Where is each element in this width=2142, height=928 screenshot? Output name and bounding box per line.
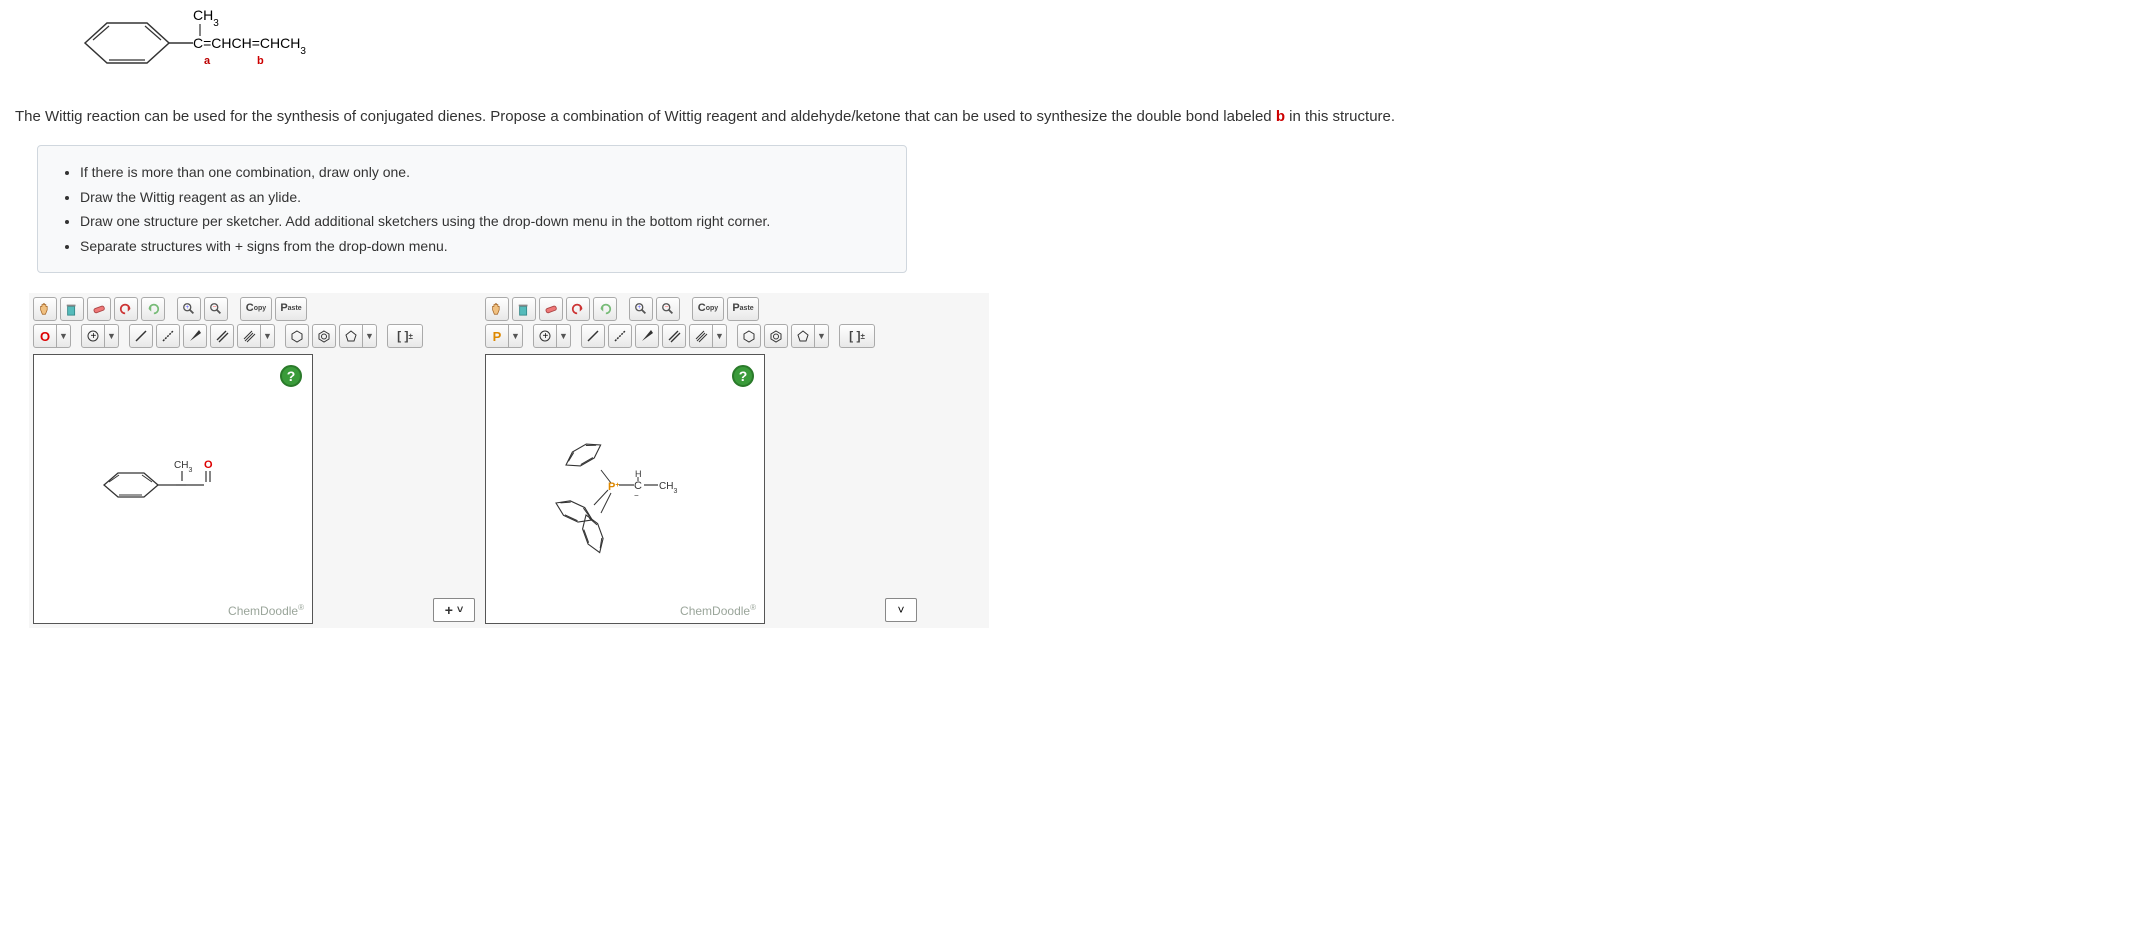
toolbar-bottom: O ▼ + ▼ ▼ bbox=[33, 324, 423, 348]
svg-text:+: + bbox=[638, 304, 642, 311]
svg-text:+: + bbox=[186, 304, 190, 311]
sketcher-dropdown: ˅ bbox=[885, 598, 917, 622]
hand-tool-icon[interactable] bbox=[33, 297, 57, 321]
undo-tool-icon[interactable] bbox=[566, 297, 590, 321]
cyclohexane-icon[interactable] bbox=[737, 324, 761, 348]
triple-bond-dropdown[interactable]: ▼ bbox=[689, 324, 727, 348]
molecule-drawing: CH3 O bbox=[104, 459, 213, 497]
instruction-item: Separate structures with + signs from th… bbox=[80, 234, 886, 259]
chain-label: C=CHCH=CHCH3 bbox=[193, 35, 306, 57]
undo-tool-icon[interactable] bbox=[114, 297, 138, 321]
charge-dropdown[interactable]: + ▼ bbox=[533, 324, 571, 348]
sketcher-canvas[interactable]: ? CH3 O bbox=[33, 354, 313, 624]
dash-bond-icon[interactable] bbox=[608, 324, 632, 348]
wedge-bond-icon[interactable] bbox=[183, 324, 207, 348]
zoom-out-icon[interactable]: − bbox=[656, 297, 680, 321]
add-sketcher-button[interactable]: + ˅ bbox=[433, 598, 475, 622]
instruction-item: Draw the Wittig reagent as an ylide. bbox=[80, 185, 886, 210]
bracket-charge-button[interactable]: [ ]± bbox=[387, 324, 423, 348]
ring-dropdown[interactable]: ▼ bbox=[791, 324, 829, 348]
chemdoodle-brand: ChemDoodle® bbox=[680, 603, 756, 618]
single-bond-icon[interactable] bbox=[129, 324, 153, 348]
help-icon[interactable]: ? bbox=[280, 365, 302, 387]
svg-text:−: − bbox=[634, 491, 639, 500]
sketcher-1: + − Copy Paste O ▼ + ▼ bbox=[33, 297, 423, 624]
clear-tool-icon[interactable] bbox=[512, 297, 536, 321]
svg-text:−: − bbox=[665, 304, 669, 311]
svg-text:P+: P+ bbox=[608, 481, 619, 493]
separator-add: + ˅ bbox=[433, 598, 475, 622]
svg-text:+: + bbox=[91, 331, 97, 342]
dash-bond-icon[interactable] bbox=[156, 324, 180, 348]
svg-text:O: O bbox=[204, 459, 213, 471]
ring-dropdown[interactable]: ▼ bbox=[339, 324, 377, 348]
molecule-drawing: P+ H C − CH3 bbox=[553, 438, 678, 555]
double-bond-icon[interactable] bbox=[210, 324, 234, 348]
toolbar-top: + − Copy Paste bbox=[485, 297, 875, 321]
zoom-in-icon[interactable]: + bbox=[177, 297, 201, 321]
svg-text:CH3: CH3 bbox=[659, 481, 677, 495]
zoom-in-icon[interactable]: + bbox=[629, 297, 653, 321]
instructions-box: If there is more than one combination, d… bbox=[37, 145, 907, 273]
benzene-ring bbox=[85, 23, 169, 63]
sketcher-area: + − Copy Paste O ▼ + ▼ bbox=[29, 293, 989, 628]
toolbar-top: + − Copy Paste bbox=[33, 297, 423, 321]
element-dropdown[interactable]: P ▼ bbox=[485, 324, 523, 348]
clear-tool-icon[interactable] bbox=[60, 297, 84, 321]
double-bond-icon[interactable] bbox=[662, 324, 686, 348]
paste-button[interactable]: Paste bbox=[727, 297, 759, 321]
sketcher-canvas[interactable]: ? bbox=[485, 354, 765, 624]
hand-tool-icon[interactable] bbox=[485, 297, 509, 321]
paste-button[interactable]: Paste bbox=[275, 297, 307, 321]
svg-text:−: − bbox=[213, 304, 217, 311]
instruction-item: If there is more than one combination, d… bbox=[80, 160, 886, 185]
question-structure: CH3 C=CHCH=CHCH3 a b bbox=[15, 8, 2127, 88]
copy-button[interactable]: Copy bbox=[692, 297, 724, 321]
wedge-bond-icon[interactable] bbox=[635, 324, 659, 348]
chemdoodle-brand: ChemDoodle® bbox=[228, 603, 304, 618]
copy-button[interactable]: Copy bbox=[240, 297, 272, 321]
bond-label-a: a bbox=[204, 55, 211, 67]
redo-tool-icon[interactable] bbox=[593, 297, 617, 321]
benzene-icon[interactable] bbox=[764, 324, 788, 348]
charge-dropdown[interactable]: + ▼ bbox=[81, 324, 119, 348]
element-dropdown[interactable]: O ▼ bbox=[33, 324, 71, 348]
sketcher-menu-dropdown[interactable]: ˅ bbox=[885, 598, 917, 622]
cyclohexane-icon[interactable] bbox=[285, 324, 309, 348]
ch3-label: CH3 bbox=[193, 8, 219, 29]
eraser-tool-icon[interactable] bbox=[87, 297, 111, 321]
single-bond-icon[interactable] bbox=[581, 324, 605, 348]
svg-text:CH3: CH3 bbox=[174, 460, 192, 474]
toolbar-bottom: P ▼ + ▼ ▼ bbox=[485, 324, 875, 348]
benzene-icon[interactable] bbox=[312, 324, 336, 348]
bond-label-b: b bbox=[257, 55, 264, 67]
bracket-charge-button[interactable]: [ ]± bbox=[839, 324, 875, 348]
zoom-out-icon[interactable]: − bbox=[204, 297, 228, 321]
sketcher-2: + − Copy Paste P ▼ + ▼ bbox=[485, 297, 875, 624]
instruction-item: Draw one structure per sketcher. Add add… bbox=[80, 209, 886, 234]
question-text: The Wittig reaction can be used for the … bbox=[15, 108, 2127, 125]
help-icon[interactable]: ? bbox=[732, 365, 754, 387]
redo-tool-icon[interactable] bbox=[141, 297, 165, 321]
svg-text:+: + bbox=[543, 331, 549, 342]
triple-bond-dropdown[interactable]: ▼ bbox=[237, 324, 275, 348]
eraser-tool-icon[interactable] bbox=[539, 297, 563, 321]
